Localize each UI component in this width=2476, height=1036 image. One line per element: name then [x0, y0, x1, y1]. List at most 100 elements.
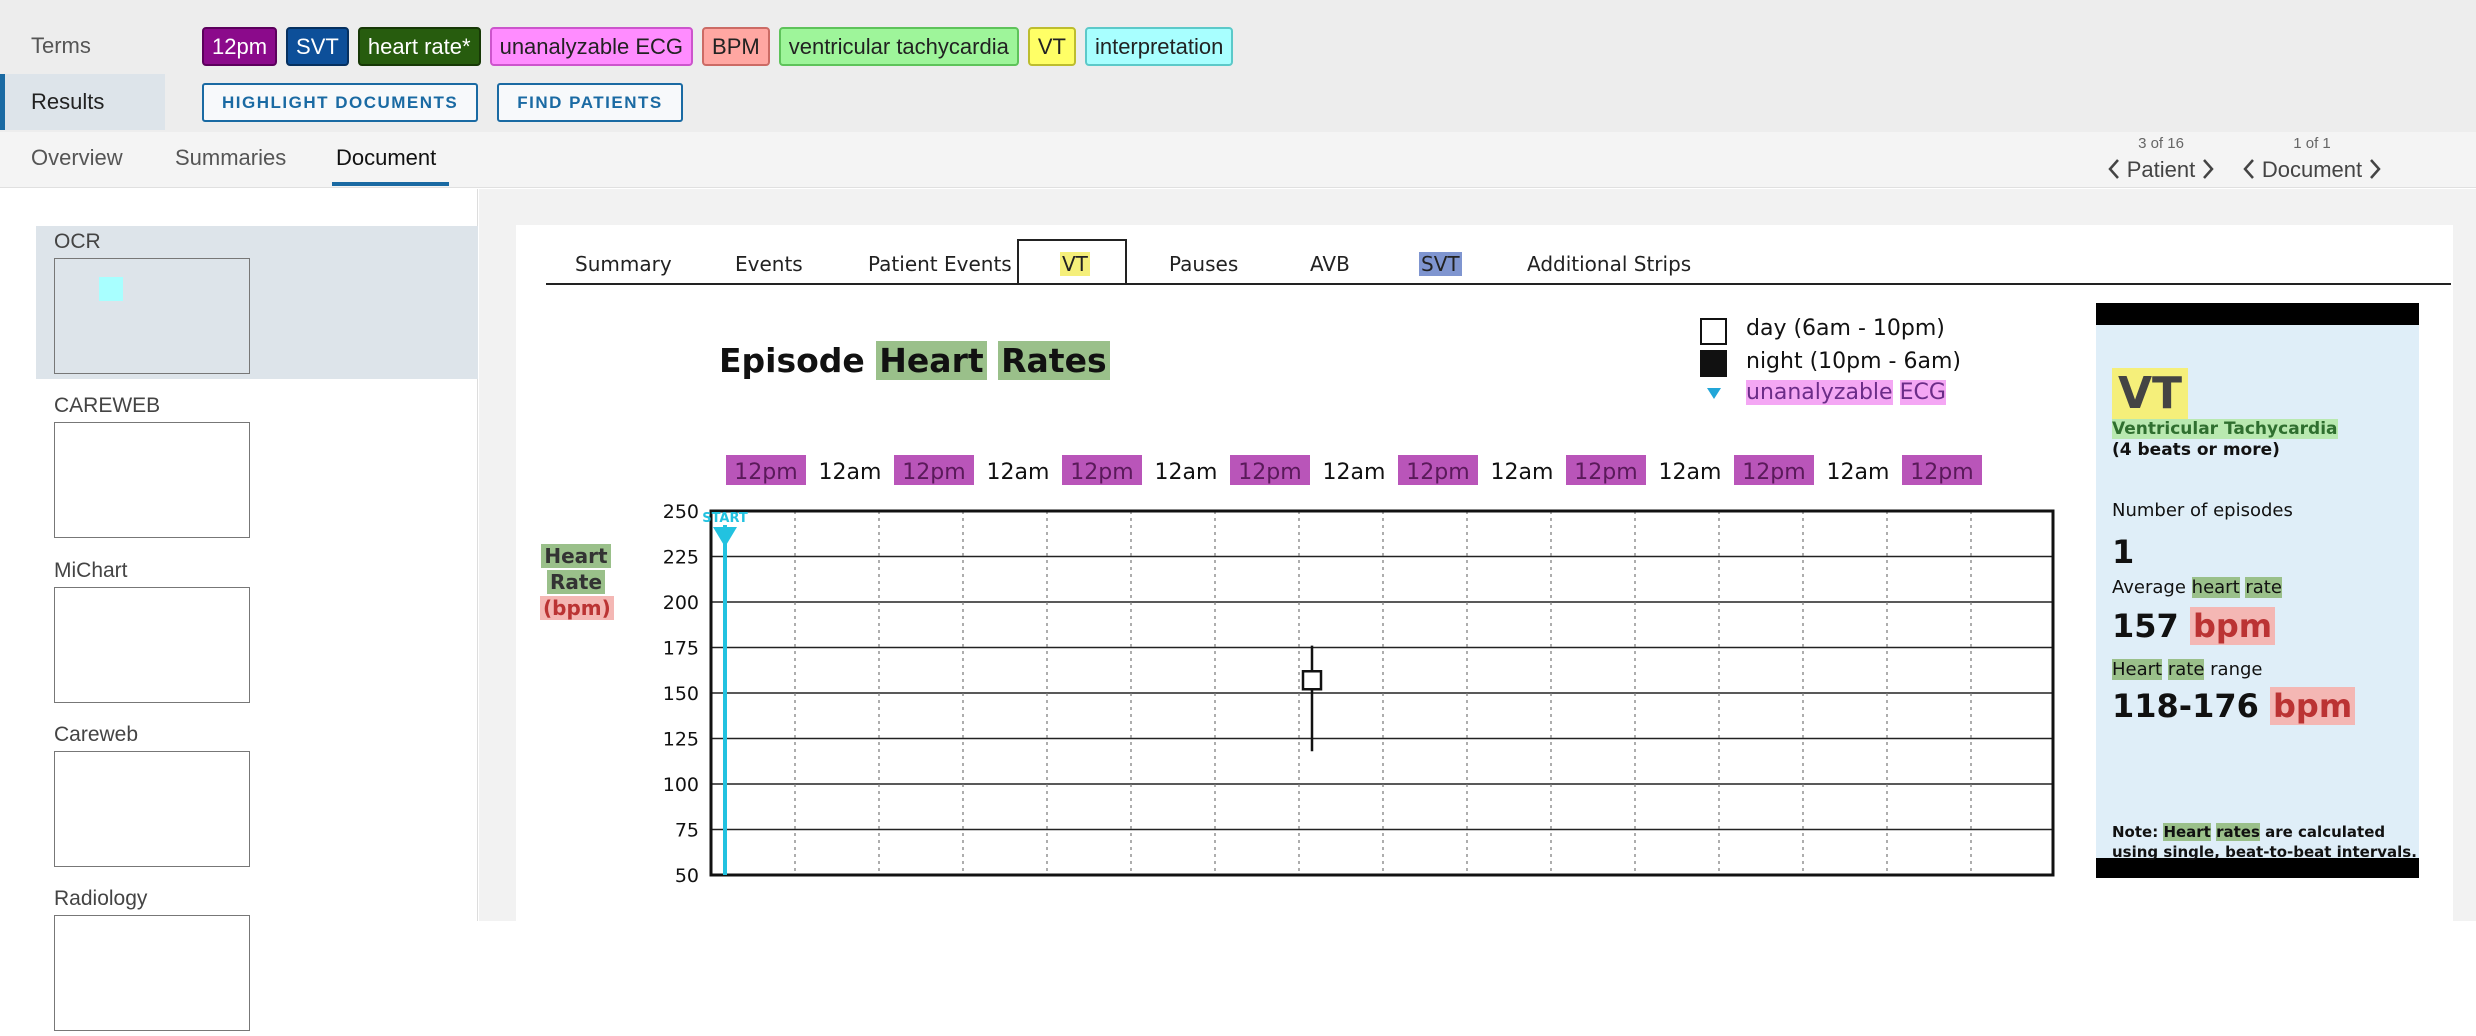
patient-pager: 3 of 16 Patient — [2096, 132, 2226, 188]
doc-tab-rule — [546, 283, 2451, 285]
x-tick-label: 12am — [1323, 460, 1386, 485]
x-tick-label: 12am — [1491, 460, 1554, 485]
unanalyzable-triangle-icon — [1707, 388, 1721, 399]
document-page: Summary Events Patient Events VT Pauses … — [516, 225, 2453, 921]
heart-rate-range-label: Heart rate range — [2112, 659, 2263, 680]
document-pager-label: Document — [2261, 157, 2363, 182]
day-legend-label: day (6am - 10pm) — [1746, 316, 1945, 341]
doc-tab-pauses: Pauses — [1169, 252, 1239, 276]
tab-document[interactable]: Document — [336, 145, 436, 171]
source-label: MiChart — [54, 559, 128, 582]
source-thumbnail — [54, 915, 250, 1031]
highlight-marker — [99, 277, 123, 301]
average-heart-rate-label: Average heart rate — [2112, 577, 2282, 598]
x-tick-label: 12pm — [1574, 460, 1637, 485]
y-tick-label: 100 — [663, 774, 699, 796]
chevron-left-icon[interactable] — [2242, 158, 2256, 180]
chevron-right-icon[interactable] — [2368, 158, 2382, 180]
vt-code: VT — [2112, 368, 2189, 419]
calculation-note: Note: Heart rates are calculated using s… — [2112, 823, 2417, 861]
x-tick-label: 12am — [1155, 460, 1218, 485]
terms-label: Terms — [31, 33, 91, 58]
doc-tab-summary: Summary — [575, 252, 672, 276]
night-legend-label: night (10pm - 6am) — [1746, 349, 1961, 374]
doc-tab-avb: AVB — [1310, 252, 1350, 276]
source-item-michart[interactable]: MiChart — [36, 555, 478, 708]
source-thumbnail — [54, 587, 250, 703]
terms-results-header: Terms Results 12pm SVT heart rate* unanalyz… — [0, 0, 2476, 132]
term-chip[interactable]: ventricular tachycardia — [778, 27, 1019, 66]
results-tab[interactable]: Results — [0, 74, 165, 130]
y-tick-label: 200 — [663, 592, 699, 614]
vt-summary-panel: VT Ventricular Tachycardia (4 beats or m… — [2096, 303, 2419, 878]
y-tick-label: 175 — [663, 638, 699, 660]
chevron-right-icon[interactable] — [2201, 158, 2215, 180]
x-tick-label: 12pm — [734, 460, 797, 485]
source-item-ocr[interactable]: OCR — [36, 226, 478, 379]
x-tick-label: 12pm — [1406, 460, 1469, 485]
doc-tab-patient-events: Patient Events — [868, 252, 1012, 276]
x-tick-label: 12pm — [1070, 460, 1133, 485]
x-tick-label: 12pm — [902, 460, 965, 485]
x-tick-label: 12am — [1659, 460, 1722, 485]
doc-tab-events: Events — [735, 252, 803, 276]
term-chip[interactable]: VT — [1027, 27, 1076, 66]
day-legend-swatch — [1700, 318, 1727, 345]
document-viewer: Summary Events Patient Events VT Pauses … — [479, 189, 2476, 921]
doc-tab-svt: SVT — [1419, 252, 1462, 276]
tab-overview[interactable]: Overview — [31, 145, 123, 171]
term-chip[interactable]: BPM — [702, 27, 770, 66]
source-label: CAREWEB — [54, 394, 161, 417]
term-chip[interactable]: 12pm — [202, 27, 278, 66]
doc-tab-additional-strips: Additional Strips — [1527, 252, 1692, 276]
source-label: OCR — [54, 230, 101, 253]
x-tick-label: 12pm — [1910, 460, 1973, 485]
x-tick-label: 12am — [819, 460, 882, 485]
source-thumbnail — [54, 422, 250, 538]
y-tick-label: 150 — [663, 683, 699, 705]
average-heart-rate-value: 157 bpm — [2112, 607, 2276, 645]
y-tick-label: 250 — [663, 501, 699, 523]
vt-name: Ventricular Tachycardia — [2112, 419, 2338, 439]
source-item-careweb-2[interactable]: Careweb — [36, 719, 478, 872]
source-label: Radiology — [54, 887, 148, 910]
night-legend-swatch — [1700, 350, 1727, 377]
x-tick-label: 12pm — [1238, 460, 1301, 485]
data-point — [1301, 670, 1323, 691]
source-label: Careweb — [54, 723, 139, 746]
episode-title: Episode Heart Rates — [719, 341, 1110, 380]
y-axis-label: Heart Rate (bpm) — [540, 543, 614, 621]
y-tick-label: 50 — [675, 865, 699, 887]
term-chip[interactable]: heart rate* — [357, 27, 481, 66]
source-item-careweb[interactable]: CAREWEB — [36, 390, 478, 543]
source-thumbnail — [54, 751, 250, 867]
vt-beats: (4 beats or more) — [2112, 440, 2280, 460]
y-tick-label: 225 — [663, 547, 699, 569]
y-tick-label: 125 — [663, 729, 699, 751]
x-tick-label: 12am — [1827, 460, 1890, 485]
doc-tab-vt: VT — [1060, 252, 1090, 276]
source-item-radiology[interactable]: Radiology — [36, 883, 478, 1036]
chevron-left-icon[interactable] — [2107, 158, 2121, 180]
x-tick-label: 12am — [987, 460, 1050, 485]
term-chip[interactable]: unanalyzable ECG — [489, 27, 694, 66]
patient-pager-label: Patient — [2126, 157, 2196, 182]
start-marker-icon — [713, 527, 737, 547]
start-label: START — [702, 511, 748, 526]
document-count: 1 of 1 — [2293, 135, 2331, 152]
source-thumbnail — [54, 258, 250, 374]
term-chip[interactable]: interpretation — [1084, 27, 1234, 66]
heart-rate-range-value: 118-176 bpm — [2112, 687, 2356, 725]
term-chips: 12pm SVT heart rate* unanalyzable ECG BPM ven… — [202, 27, 1234, 66]
episodes-value: 1 — [2112, 533, 2135, 571]
document-source-list: OCR CAREWEB MiChart Careweb Radiology — [0, 189, 478, 1031]
highlight-documents-button[interactable]: HIGHLIGHT DOCUMENTS — [202, 83, 479, 122]
x-tick-label: 12pm — [1742, 460, 1805, 485]
document-pager: 1 of 1 Document — [2232, 132, 2392, 188]
y-tick-label: 75 — [675, 820, 699, 842]
find-patients-button[interactable]: FIND PATIENTS — [497, 83, 683, 122]
episodes-label: Number of episodes — [2112, 500, 2293, 521]
unanalyzable-legend-label: unanalyzable ECG — [1746, 380, 1946, 405]
tab-summaries[interactable]: Summaries — [175, 145, 286, 171]
term-chip[interactable]: SVT — [286, 27, 349, 66]
